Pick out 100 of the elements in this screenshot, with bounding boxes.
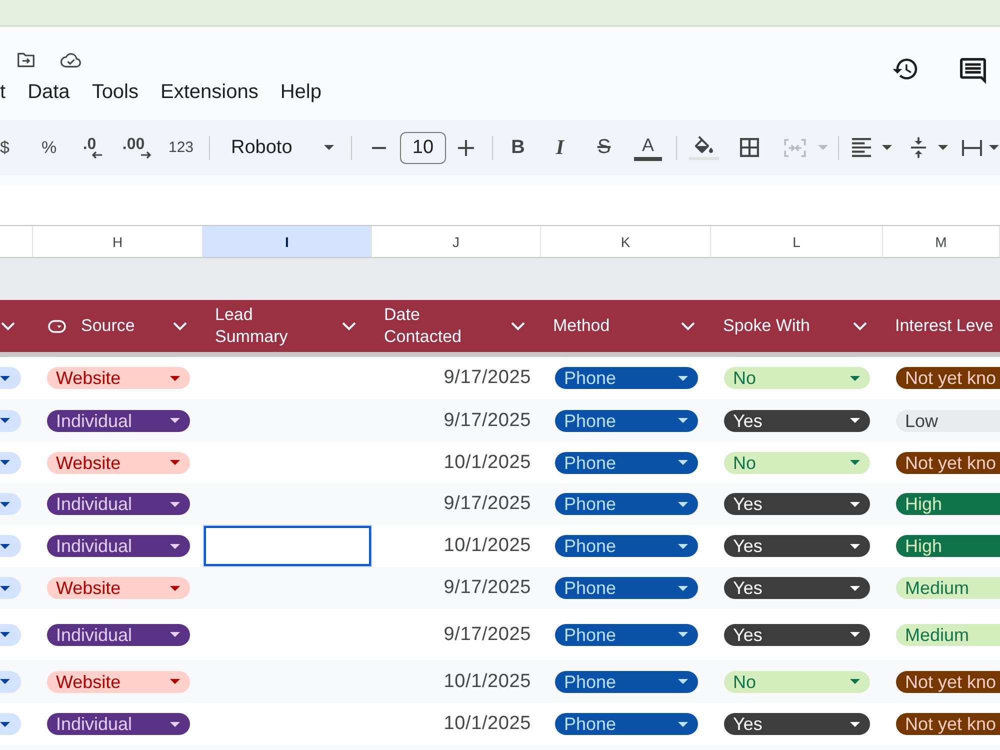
dropdown-chip[interactable]: No <box>724 367 870 389</box>
dropdown-chip[interactable]: Website <box>47 577 190 599</box>
dropdown-chip[interactable]: Not yet kno <box>896 367 1000 389</box>
strikethrough-button[interactable]: S <box>582 130 626 166</box>
dropdown-chip[interactable]: Yes <box>724 713 870 735</box>
caret-icon <box>882 145 892 150</box>
menu-item[interactable]: t <box>0 80 6 104</box>
selected-cell[interactable] <box>203 525 372 567</box>
dropdown-chip[interactable]: Website <box>47 452 190 474</box>
number-format-button[interactable]: 123 <box>159 130 203 166</box>
dropdown-chip[interactable]: Website <box>47 670 190 692</box>
dropdown-chip[interactable] <box>0 452 21 474</box>
caret-icon <box>678 544 688 548</box>
chevron-icon[interactable] <box>681 322 695 330</box>
dropdown-chip[interactable]: Individual <box>47 410 190 432</box>
dropdown-chip[interactable]: High <box>896 493 1000 515</box>
dropdown-chip[interactable]: Phone <box>555 410 698 432</box>
align-left-icon <box>852 138 871 157</box>
caret-icon <box>678 722 688 726</box>
bold-button[interactable]: B <box>498 130 538 166</box>
dropdown-chip[interactable] <box>0 713 21 735</box>
paint-bucket-icon <box>689 136 719 160</box>
dropdown-chip[interactable]: Yes <box>724 577 870 599</box>
caret-icon <box>170 722 180 726</box>
dropdown-chip[interactable]: Phone <box>555 577 698 599</box>
dropdown-chip[interactable]: Individual <box>47 535 190 557</box>
italic-button[interactable]: I <box>538 130 582 166</box>
chevron-icon[interactable] <box>853 322 867 330</box>
caret-icon <box>818 145 828 150</box>
folder-arrow-icon[interactable] <box>17 52 35 68</box>
caret-icon <box>0 376 10 380</box>
dropdown-chip[interactable]: Phone <box>555 713 698 735</box>
chevron-icon[interactable] <box>173 322 187 330</box>
dropdown-chip[interactable] <box>0 535 21 557</box>
dropdown-chip[interactable]: Yes <box>724 624 870 646</box>
decrease-decimals-button[interactable]: .0 <box>71 130 115 166</box>
dropdown-chip[interactable]: Medium <box>896 577 1000 599</box>
caret-icon <box>170 418 180 423</box>
dropdown-chip[interactable]: Phone <box>555 367 698 389</box>
cloud-check-icon[interactable] <box>60 52 82 68</box>
dropdown-chip[interactable]: Medium <box>896 624 1000 646</box>
dropdown-chip[interactable]: Yes <box>724 410 870 432</box>
dropdown-chip[interactable]: Yes <box>724 493 870 515</box>
menu-item[interactable]: Data <box>28 80 70 104</box>
dropdown-chip[interactable] <box>0 577 21 599</box>
increase-decimals-button[interactable]: .00 <box>115 130 159 166</box>
dropdown-chip[interactable]: Individual <box>47 493 190 515</box>
dropdown-chip[interactable]: Not yet kno <box>896 670 1000 692</box>
dropdown-chip[interactable]: Phone <box>555 670 698 692</box>
dropdown-chip[interactable] <box>0 410 21 432</box>
chevron-icon[interactable] <box>511 322 525 330</box>
caret-icon <box>989 145 999 150</box>
caret-icon <box>678 679 688 684</box>
dropdown-chip[interactable]: No <box>724 452 870 474</box>
date-text: 10/1/2025 <box>444 713 531 735</box>
caret-icon <box>0 632 10 637</box>
color-bar-icon <box>634 157 662 161</box>
dropdown-chip[interactable]: No <box>724 670 870 692</box>
chevron-icon[interactable] <box>342 322 356 330</box>
number-format-button[interactable]: $ <box>0 130 27 166</box>
dropdown-chip[interactable] <box>0 367 21 389</box>
dropdown-chip[interactable] <box>0 493 21 515</box>
merge-arrows-icon <box>784 138 806 156</box>
dropdown-chip[interactable]: Phone <box>555 535 698 557</box>
caret-icon <box>0 722 10 726</box>
dropdown-chip[interactable]: Not yet kno <box>896 713 1000 735</box>
caret-icon <box>0 679 10 684</box>
dropdown-chip[interactable]: Individual <box>47 713 190 735</box>
dropdown-chip[interactable]: Not yet kno <box>896 452 1000 474</box>
font-size-field[interactable]: 10 <box>400 132 446 164</box>
caret-icon <box>0 502 10 506</box>
date-text: 9/17/2025 <box>444 367 531 389</box>
dropdown-chip[interactable] <box>0 670 21 692</box>
menu-item[interactable]: Tools <box>92 80 139 104</box>
dropdown-chip[interactable]: Low <box>896 410 1000 432</box>
menu-item[interactable]: Help <box>280 80 322 104</box>
caret-icon <box>0 418 10 423</box>
speech-bubble-icon[interactable] <box>960 58 986 84</box>
column-letter[interactable]: I <box>203 226 372 258</box>
dropdown-chip[interactable] <box>0 624 21 646</box>
dropdown-chip[interactable]: Individual <box>47 624 190 646</box>
text-overflow-icon <box>962 140 982 156</box>
clock-arrow-icon[interactable] <box>892 58 918 80</box>
font-dropdown[interactable]: Roboto <box>215 130 345 166</box>
chevron-icon[interactable] <box>1 322 15 330</box>
caret-icon <box>678 418 688 423</box>
text-color-button[interactable]: A <box>626 130 670 166</box>
caret-icon <box>850 586 860 590</box>
date-text: 10/1/2025 <box>444 670 531 692</box>
caret-icon <box>850 722 860 726</box>
dropdown-chip[interactable]: Phone <box>555 624 698 646</box>
caret-icon <box>678 502 688 506</box>
dropdown-chip[interactable]: Yes <box>724 535 870 557</box>
caret-icon <box>850 544 860 548</box>
number-format-button[interactable]: % <box>27 130 71 166</box>
dropdown-chip[interactable]: Phone <box>555 452 698 474</box>
menu-item[interactable]: Extensions <box>160 80 258 104</box>
dropdown-chip[interactable]: Phone <box>555 493 698 515</box>
dropdown-chip[interactable]: High <box>896 535 1000 557</box>
dropdown-chip[interactable]: Website <box>47 367 190 389</box>
